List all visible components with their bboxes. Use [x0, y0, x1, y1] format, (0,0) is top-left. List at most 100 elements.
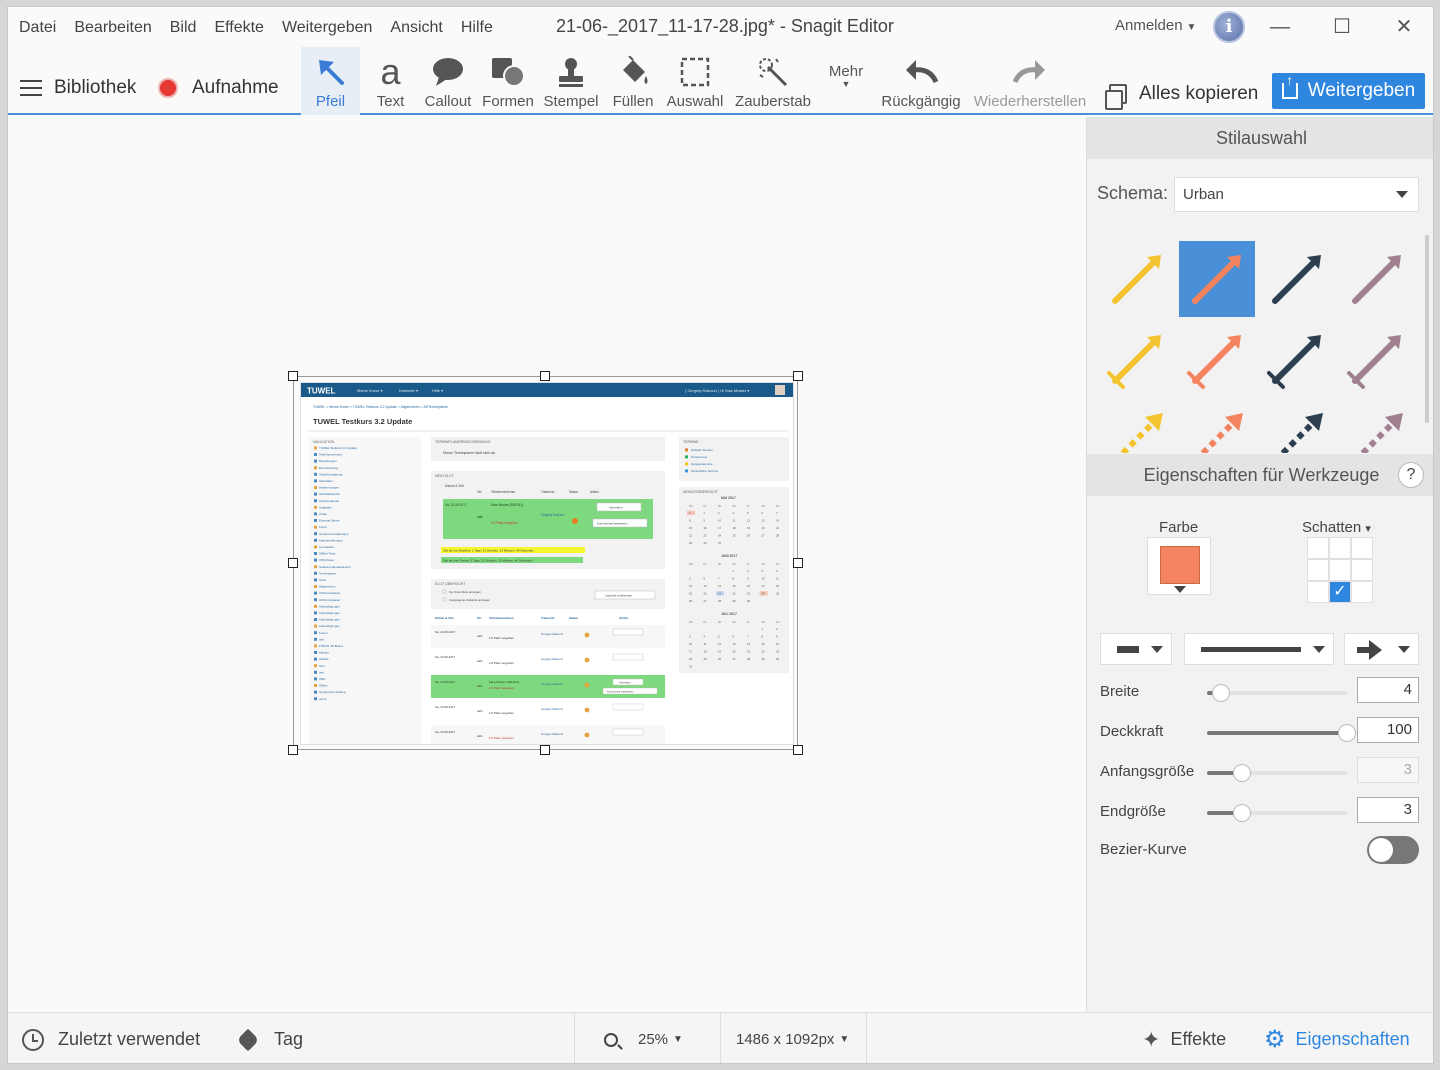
- tool-magic-wand[interactable]: Zauberstab: [730, 47, 816, 115]
- style-preset[interactable]: [1339, 241, 1415, 317]
- style-preset[interactable]: [1339, 321, 1415, 397]
- captured-screenshot[interactable]: TUWEL Meine Kurse ▾ Kalender ▾ Hilfe ▾ (…: [300, 382, 794, 745]
- close-button[interactable]: ✕: [1384, 13, 1424, 43]
- color-picker-button[interactable]: [1147, 537, 1211, 595]
- tool-shapes[interactable]: Formen: [480, 47, 536, 115]
- menu-bearbeiten[interactable]: Bearbeiten: [74, 19, 151, 37]
- recent-button[interactable]: Zuletzt verwendet: [22, 1013, 200, 1063]
- magic-wand-icon: ✦: [1142, 1026, 1161, 1052]
- property-slider[interactable]: [1207, 804, 1347, 822]
- shadow-direction-cell[interactable]: [1329, 559, 1351, 581]
- tool-selection[interactable]: Auswahl: [663, 47, 727, 115]
- tool-stamp[interactable]: Stempel: [541, 47, 601, 115]
- nav-item: unit 3: [319, 697, 327, 701]
- style-preset[interactable]: [1179, 321, 1255, 397]
- menu-datei[interactable]: Datei: [19, 19, 56, 37]
- image-selection-frame[interactable]: TUWEL Meine Kurse ▾ Kalender ▾ Hilfe ▾ (…: [288, 371, 803, 755]
- property-value-input[interactable]: 3: [1357, 757, 1419, 783]
- style-preset[interactable]: [1259, 401, 1335, 453]
- maximize-button[interactable]: ☐: [1322, 13, 1362, 43]
- chevron-down-icon: [1396, 191, 1408, 198]
- shadow-dropdown[interactable]: Schatten ▾: [1302, 519, 1371, 536]
- dimensions-dropdown[interactable]: 1486 x 1092px ▼: [736, 1013, 849, 1063]
- share-button[interactable]: Weitergeben: [1272, 73, 1425, 109]
- shadow-direction-cell[interactable]: [1351, 559, 1373, 581]
- capture-button[interactable]: Aufnahme: [158, 77, 279, 99]
- tool-text[interactable]: a Text: [368, 47, 413, 115]
- slider-knob[interactable]: [1338, 724, 1356, 742]
- menu-effekte[interactable]: Effekte: [214, 19, 264, 37]
- style-preset[interactable]: [1099, 321, 1175, 397]
- dash-style-dropdown[interactable]: [1184, 633, 1334, 665]
- arrow-preset-icon: [1278, 413, 1323, 453]
- calendar-day: 18: [704, 650, 708, 654]
- copy-all-button[interactable]: Alles kopieren: [1105, 83, 1258, 110]
- help-icon[interactable]: ?: [1398, 462, 1424, 488]
- zoom-dropdown[interactable]: 25% ▼: [604, 1013, 683, 1063]
- property-slider[interactable]: [1207, 684, 1347, 702]
- nav-item-icon: [314, 578, 317, 582]
- effects-button[interactable]: ✦ Effekte: [1142, 1013, 1226, 1063]
- property-value-input[interactable]: 4: [1357, 677, 1419, 703]
- resize-handle-se[interactable]: [793, 745, 803, 755]
- tool-callout[interactable]: Callout: [420, 47, 476, 115]
- style-gallery-scrollbar[interactable]: [1425, 235, 1429, 423]
- style-preset[interactable]: [1099, 241, 1175, 317]
- style-preset[interactable]: [1179, 401, 1255, 453]
- menu-bild[interactable]: Bild: [170, 19, 197, 37]
- avatar[interactable]: i: [1213, 11, 1245, 43]
- slider-knob[interactable]: [1212, 684, 1230, 702]
- style-preset[interactable]: [1179, 241, 1255, 317]
- style-preset[interactable]: [1339, 401, 1415, 453]
- style-preset[interactable]: [1259, 321, 1335, 397]
- line-style-dropdown[interactable]: [1100, 633, 1172, 665]
- resize-handle-n[interactable]: [540, 371, 550, 381]
- menu-weitergeben[interactable]: Weitergeben: [282, 19, 372, 37]
- property-value-input[interactable]: 100: [1357, 717, 1419, 743]
- arrow-ends-dropdown[interactable]: [1344, 633, 1419, 665]
- resize-handle-w[interactable]: [288, 558, 298, 568]
- properties-button[interactable]: ⚙ Eigenschaften: [1264, 1013, 1410, 1063]
- tag-button[interactable]: Tag: [236, 1013, 303, 1063]
- shadow-direction-cell[interactable]: [1307, 559, 1329, 581]
- nav-item: Aufgaben: [319, 505, 332, 509]
- shadow-direction-cell[interactable]: [1351, 581, 1373, 603]
- property-slider[interactable]: [1207, 724, 1356, 742]
- shadow-direction-cell[interactable]: [1329, 537, 1351, 559]
- undo-button[interactable]: Rückgängig: [878, 47, 964, 115]
- schema-dropdown[interactable]: Urban: [1174, 177, 1419, 212]
- bezier-toggle[interactable]: [1367, 836, 1419, 864]
- tool-arrow[interactable]: Pfeil: [301, 47, 360, 115]
- shadow-direction-cell[interactable]: ✓: [1329, 581, 1351, 603]
- style-preset[interactable]: [1099, 401, 1175, 453]
- slider-knob[interactable]: [1233, 764, 1251, 782]
- slider-knob[interactable]: [1233, 804, 1251, 822]
- redo-button[interactable]: Wiederherstellen: [970, 47, 1090, 115]
- library-button[interactable]: Bibliothek: [20, 77, 136, 99]
- tool-fill[interactable]: Füllen: [608, 47, 658, 115]
- style-preset[interactable]: [1259, 241, 1335, 317]
- window-title: 21-06-_2017_11-17-28.jpg* - Snagit Edito…: [556, 16, 894, 36]
- property-value-input[interactable]: 3: [1357, 797, 1419, 823]
- resize-handle-e[interactable]: [793, 558, 803, 568]
- property-slider[interactable]: [1207, 764, 1347, 782]
- shadow-direction-cell[interactable]: [1351, 537, 1373, 559]
- calendar-weekday: Di: [704, 562, 707, 566]
- legend-button-label: Legende einblenden: [605, 594, 633, 598]
- menu-ansicht[interactable]: Ansicht: [390, 19, 442, 37]
- minimize-button[interactable]: —: [1260, 13, 1300, 43]
- more-tools-button[interactable]: Mehr ▼: [823, 47, 869, 115]
- resize-handle-s[interactable]: [540, 745, 550, 755]
- user-avatar: [775, 385, 785, 395]
- calendar-day: 26: [718, 657, 722, 661]
- table-row: [431, 675, 665, 698]
- shadow-direction-cell[interactable]: [1307, 537, 1329, 559]
- calendar-day: 22: [733, 592, 737, 596]
- menu-hilfe[interactable]: Hilfe: [461, 19, 493, 37]
- editor-canvas[interactable]: TUWEL Meine Kurse ▾ Kalender ▾ Hilfe ▾ (…: [8, 117, 1086, 1012]
- shadow-direction-cell[interactable]: [1307, 581, 1329, 603]
- resize-handle-sw[interactable]: [288, 745, 298, 755]
- resize-handle-nw[interactable]: [288, 371, 298, 381]
- resize-handle-ne[interactable]: [793, 371, 803, 381]
- sign-in-button[interactable]: Anmelden ▼: [1115, 17, 1196, 34]
